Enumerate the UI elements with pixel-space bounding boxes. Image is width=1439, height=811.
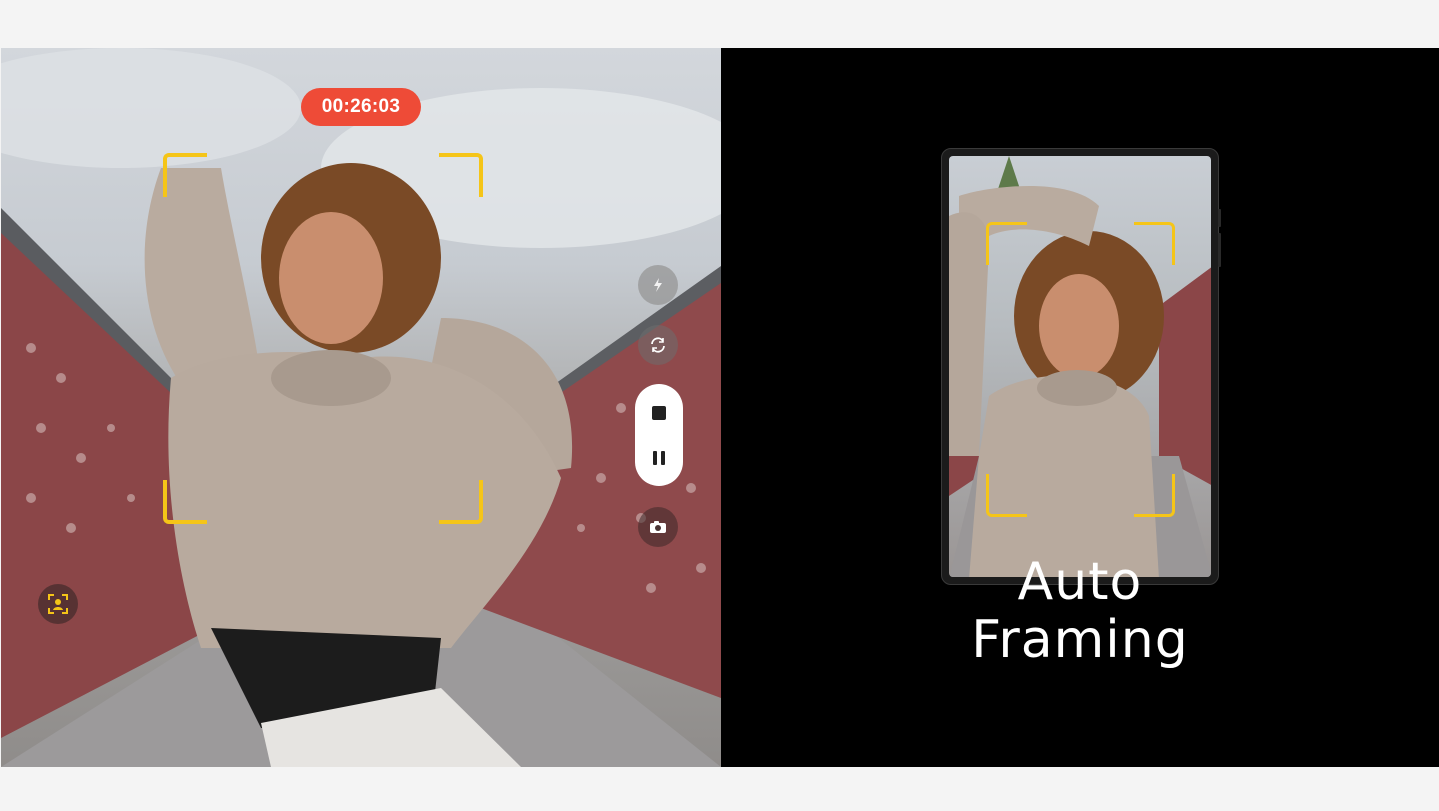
headline-line-1: Auto [1017,552,1143,612]
app-stage: 00:26:03 Auto Framing [1,48,1439,767]
feature-headline: Auto Framing [941,553,1219,669]
promo-panel: Auto Framing [721,48,1439,767]
tablet-volume-button [1218,233,1221,267]
auto-framing-button[interactable] [38,584,78,624]
tablet-screen [949,156,1211,577]
stop-icon[interactable] [652,405,666,420]
tablet-device [941,148,1221,585]
flash-off-icon [654,278,662,292]
tablet-side-button [1218,209,1221,227]
framing-corner-top-left [163,153,207,197]
tablet-framing-corner-top-left [986,222,1027,265]
switch-camera-icon [651,337,665,353]
headline-line-2: Framing [971,610,1189,670]
camera-photo [1,48,721,767]
framing-corner-top-right [439,153,483,197]
switch-camera-button[interactable] [638,325,678,365]
flash-button[interactable] [638,265,678,305]
tablet-framing-corner-top-right [1134,222,1175,265]
tablet-framing-corner-bottom-right [1134,474,1175,517]
snapshot-button[interactable] [638,507,678,547]
auto-framing-icon [48,594,68,614]
camera-capture-icon [650,521,666,533]
framing-corner-bottom-right [439,480,483,524]
pause-icon[interactable] [653,450,665,465]
recording-timer: 00:26:03 [301,88,421,126]
camera-viewfinder: 00:26:03 [1,48,721,767]
framing-corner-bottom-left [163,480,207,524]
recording-controls [635,384,683,486]
tablet-framing-corner-bottom-left [986,474,1027,517]
